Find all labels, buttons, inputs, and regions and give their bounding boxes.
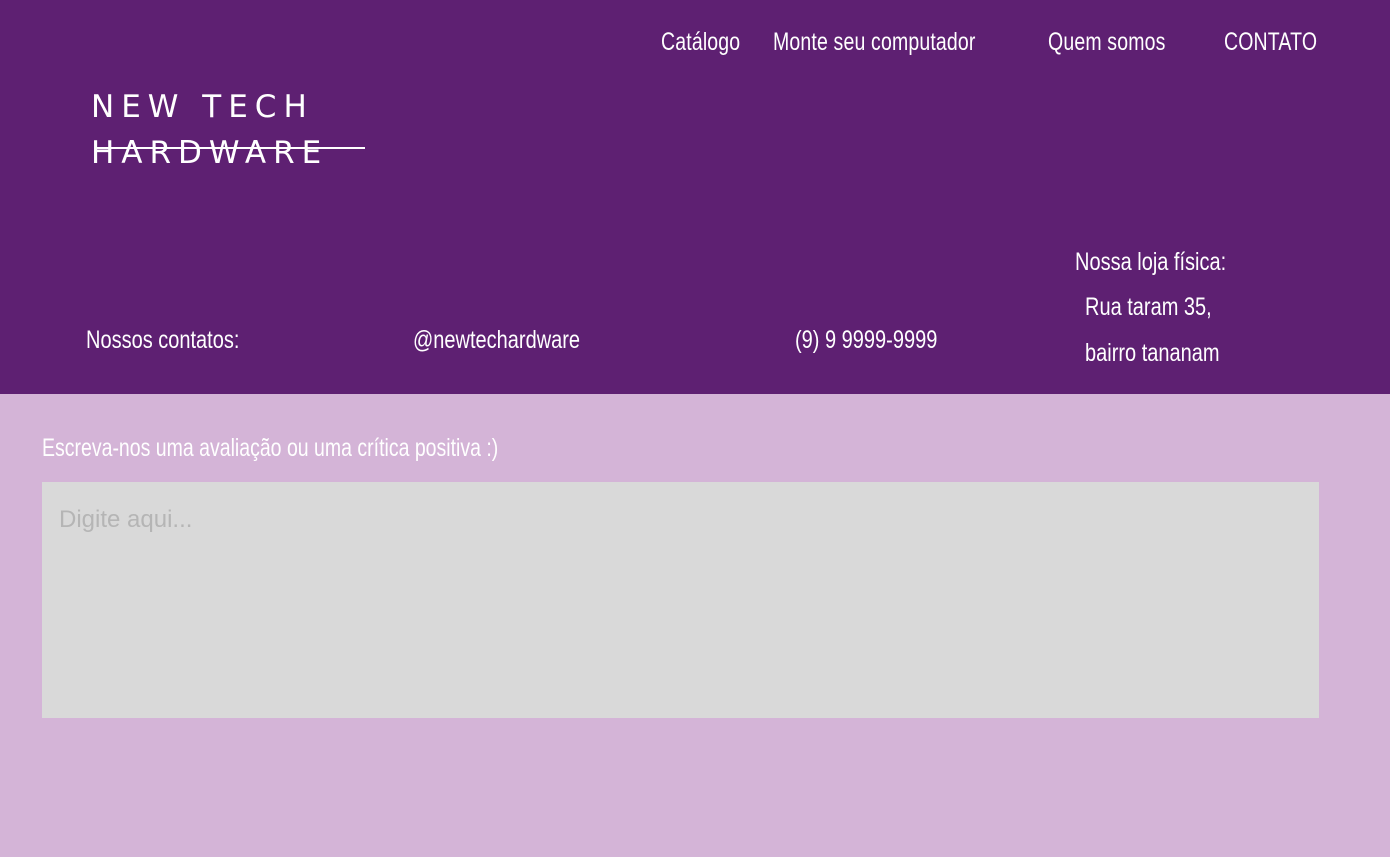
nav-link-catalogo[interactable]: Catálogo <box>661 28 740 57</box>
contacts-heading: Nossos contatos: <box>86 326 240 354</box>
phone-number[interactable]: (9) 9 9999-9999 <box>795 326 937 355</box>
logo-underline <box>97 147 365 149</box>
site-logo[interactable]: NEW TECH HARDWARE <box>91 84 365 176</box>
review-textarea[interactable] <box>42 482 1319 718</box>
nav-link-monte-seu-computador[interactable]: Monte seu computador <box>773 28 976 57</box>
instagram-handle[interactable]: @newtechardware <box>413 326 580 355</box>
store-address-line-1: Rua taram 35, <box>1085 293 1212 321</box>
nav-link-quem-somos[interactable]: Quem somos <box>1048 28 1166 57</box>
nav-link-contato[interactable]: CONTATO <box>1224 28 1317 57</box>
logo-line-2: HARDWARE <box>91 135 329 171</box>
store-address-line-2: bairro tananam <box>1085 339 1220 367</box>
store-heading: Nossa loja física: <box>1075 248 1227 276</box>
review-label: Escreva-nos uma avaliação ou uma crítica… <box>42 434 499 462</box>
logo-line-1: NEW TECH <box>91 89 314 125</box>
site-header: Catálogo Monte seu computador Quem somos… <box>0 0 1390 394</box>
